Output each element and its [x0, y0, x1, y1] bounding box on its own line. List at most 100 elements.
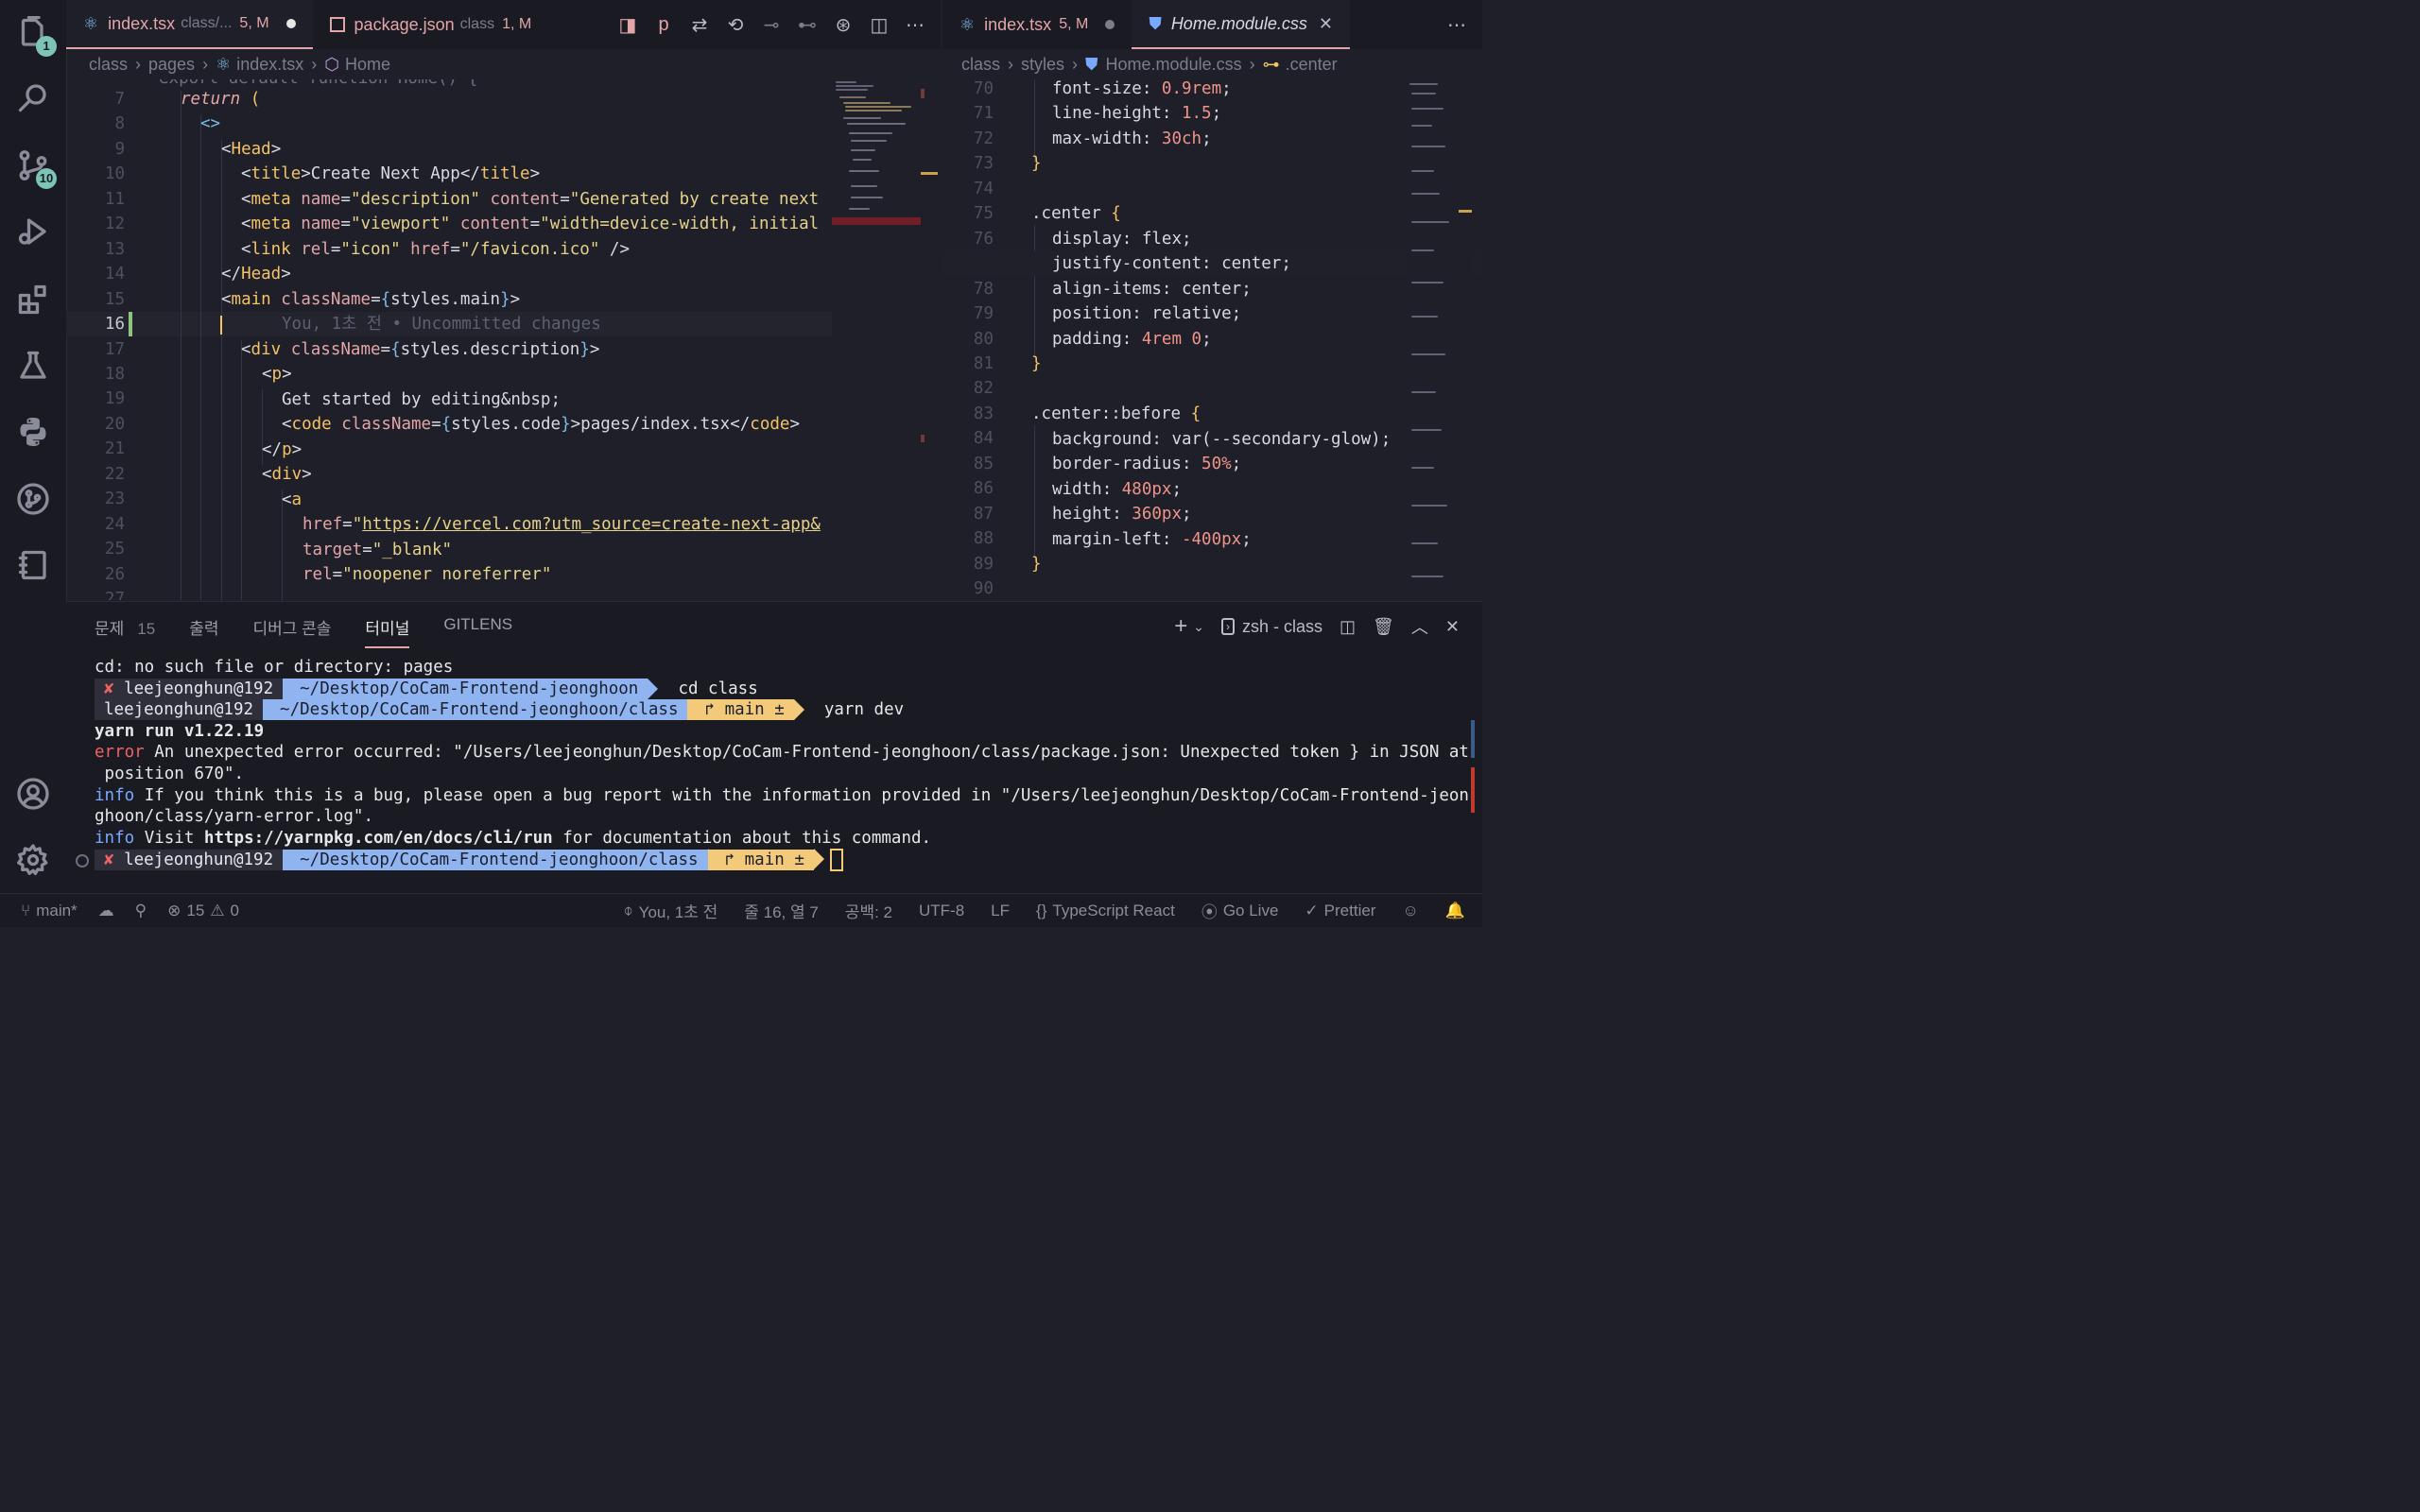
unsaved-dot-icon[interactable] — [1105, 20, 1115, 29]
branch-status[interactable]: ⑂ main* — [21, 902, 78, 920]
chevron-down-icon[interactable]: ⌄ — [1193, 619, 1204, 635]
end-of-line[interactable]: LF — [991, 902, 1010, 920]
line-number: 75 — [973, 204, 994, 224]
git-modified-marker — [129, 312, 132, 336]
gitlens-blame-icon[interactable]: ⊛ — [831, 13, 856, 37]
line-number: 89 — [973, 554, 994, 574]
code-line: <a — [282, 490, 302, 509]
maximize-panel-icon[interactable]: ︿ — [1411, 614, 1428, 639]
feedback-icon[interactable]: ☺ — [1402, 902, 1418, 920]
encoding[interactable]: UTF-8 — [919, 902, 964, 920]
close-tab-icon[interactable]: ✕ — [1319, 14, 1333, 34]
breadcrumb-item[interactable]: Home.module.css — [1106, 55, 1242, 75]
code-line: background: var(--secondary-glow); — [1052, 430, 1392, 449]
search-icon[interactable] — [11, 76, 55, 119]
open-changes-icon[interactable]: ⟲ — [723, 13, 748, 37]
close-panel-icon[interactable]: ✕ — [1445, 617, 1460, 637]
minimap[interactable] — [832, 79, 938, 600]
problems-status[interactable]: ⊗ 15 ⚠ 0 — [167, 902, 239, 920]
notifications-bell-icon[interactable]: 🔔 — [1445, 902, 1465, 920]
sync-icon[interactable]: ☁ — [98, 902, 114, 920]
next-change-icon[interactable]: ⊷ — [795, 13, 820, 37]
terminal-selector[interactable]: › zsh - class — [1221, 617, 1322, 637]
left-code-editor[interactable]: export default function Home() { 7891011… — [66, 79, 941, 600]
tab-home-module-css[interactable]: ⛊ Home.module.css ✕ — [1132, 0, 1350, 49]
previous-change-icon[interactable]: ⊸ — [759, 13, 784, 37]
compare-changes-icon[interactable]: ⇄ — [687, 13, 712, 37]
gitlens-status-icon[interactable]: ⚲ — [135, 902, 147, 920]
open-preview-icon[interactable]: ◨ — [615, 13, 640, 37]
command-status-icon[interactable] — [76, 854, 89, 868]
cursor-position[interactable]: 줄 16, 열 7 — [744, 899, 819, 922]
tab-index-tsx[interactable]: ⚛ index.tsx class/... 5, M — [66, 0, 313, 49]
code-line: <> — [200, 114, 221, 133]
account-icon[interactable] — [11, 772, 55, 816]
terminal-line: info If you think this is a bug, please … — [95, 785, 1469, 805]
react-icon: ⚛ — [959, 14, 976, 34]
trash-icon[interactable]: 🗑 — [1373, 617, 1394, 637]
breadcrumb-item[interactable]: Home — [345, 55, 390, 75]
code-line: padding: 4rem 0; — [1052, 330, 1212, 349]
minimap[interactable] — [1406, 79, 1472, 600]
breadcrumb-item[interactable]: class — [89, 55, 128, 75]
explorer-icon[interactable]: 1 — [11, 11, 57, 57]
line-number: 12 — [104, 215, 125, 234]
terminal-line: position 670". — [95, 764, 245, 783]
extensions-icon[interactable] — [11, 278, 55, 321]
run-debug-icon[interactable] — [11, 210, 55, 253]
tab-gitlens[interactable]: GITLENS — [443, 615, 512, 639]
breadcrumb-item[interactable]: class — [961, 55, 1000, 75]
testing-icon[interactable] — [11, 344, 55, 387]
breadcrumb-item[interactable]: .center — [1286, 55, 1338, 75]
line-number: 16 — [104, 315, 125, 335]
tab-debug-console[interactable]: 디버그 콘솔 — [252, 615, 331, 639]
line-number: 76 — [973, 229, 994, 249]
language-mode[interactable]: {} TypeScript React — [1036, 902, 1175, 920]
line-number: 84 — [973, 429, 994, 449]
line-number: 81 — [973, 353, 994, 373]
terminal-output[interactable]: cd: no such file or directory: pages ✘ l… — [95, 657, 1469, 872]
blame-status[interactable]: ⌽ You, 1초 전 — [623, 899, 717, 922]
new-terminal-icon[interactable]: + — [1174, 613, 1187, 640]
more-actions-icon[interactable]: ⋯ — [1444, 13, 1469, 37]
right-code-editor[interactable]: 7071727374757677787980818283848586878889… — [942, 79, 1482, 600]
line-number: 19 — [104, 389, 125, 409]
react-icon: ⚛ — [216, 54, 232, 74]
commit-icon: ⌽ — [623, 901, 633, 919]
editor-actions-right: ⋯ — [1431, 0, 1482, 49]
error-icon: ⊗ — [167, 901, 182, 919]
python-icon[interactable] — [11, 410, 55, 454]
code-line: } — [1031, 555, 1042, 574]
prettier-status[interactable]: ✓ Prettier — [1305, 902, 1375, 920]
tab-terminal[interactable]: 터미널 — [365, 615, 409, 648]
line-number: 79 — [973, 304, 994, 324]
line-number: 20 — [104, 414, 125, 434]
tab-problems[interactable]: 문제 15 — [95, 615, 155, 639]
indentation[interactable]: 공백: 2 — [845, 899, 892, 922]
notebook-icon[interactable] — [11, 543, 55, 587]
split-terminal-icon[interactable]: ◫ — [1340, 617, 1356, 637]
settings-gear-icon[interactable] — [11, 838, 55, 882]
go-live-button[interactable]: ⦿ Go Live — [1201, 899, 1279, 922]
gitlens-icon[interactable] — [11, 477, 55, 521]
tab-index-tsx-right[interactable]: ⚛ index.tsx 5, M — [942, 0, 1132, 49]
split-editor-icon[interactable]: ◫ — [867, 13, 891, 37]
more-actions-icon[interactable]: ⋯ — [903, 13, 927, 37]
code-line: width: 480px; — [1052, 480, 1182, 499]
tab-package-json[interactable]: package.json class 1, M — [313, 0, 549, 49]
left-editor-tabs: ⚛ index.tsx class/... 5, M package.json … — [66, 0, 941, 49]
code-line: <code className={styles.code}>pages/inde… — [282, 415, 800, 434]
breadcrumb-item[interactable]: pages — [148, 55, 195, 75]
symbol-icon: ⬡ — [324, 54, 339, 74]
tab-label: index.tsx — [984, 14, 1052, 34]
breadcrumb-item[interactable]: styles — [1021, 55, 1064, 75]
breadcrumb-item[interactable]: index.tsx — [236, 55, 303, 75]
preview-p-button[interactable]: p — [651, 14, 676, 36]
tab-output[interactable]: 출력 — [189, 615, 218, 639]
activity-bar: 1 10 — [0, 0, 67, 893]
code-line: <p> — [262, 365, 292, 384]
unsaved-dot-icon[interactable] — [285, 19, 296, 28]
source-control-icon[interactable]: 10 — [11, 144, 57, 189]
line-number: 82 — [973, 379, 994, 399]
git-branch-icon: ↱ — [704, 700, 725, 720]
